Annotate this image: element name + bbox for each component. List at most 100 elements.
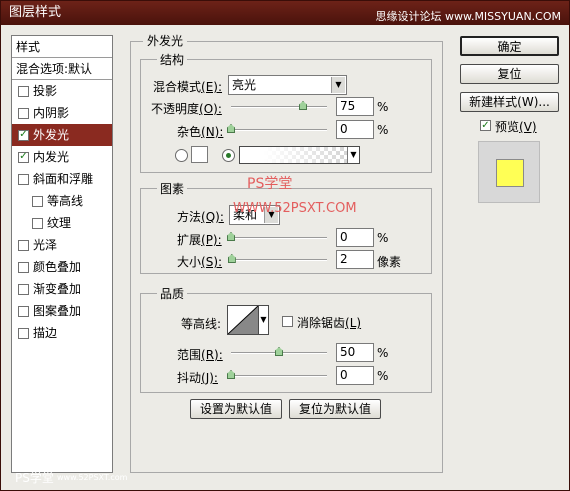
blend-mode-select[interactable]: 亮光 ▼ [228, 75, 347, 95]
antialias-key: (L) [345, 316, 362, 330]
style-item[interactable]: 颜色叠加 [12, 256, 112, 278]
size-unit: 像素 [377, 255, 402, 269]
structure-title: 结构 [157, 51, 188, 68]
preview-checkbox[interactable]: ✓ [480, 120, 491, 131]
spread-key: (P): [201, 233, 222, 247]
blend-mode-label: 混合模式(E): [153, 80, 223, 94]
style-item-checkbox[interactable] [18, 85, 29, 97]
style-item-label: 投影 [33, 84, 58, 98]
jitter-key: (J): [201, 371, 218, 385]
chevron-down-icon[interactable]: ▼ [258, 305, 269, 335]
contour-preview-icon [228, 306, 258, 334]
antialias-checkbox[interactable] [282, 316, 293, 327]
set-default-button[interactable]: 设置为默认值 [190, 399, 282, 419]
layer-style-dialog: 图层样式 思缘设计论坛 www.MISSYUAN.COM 样式 混合选项:默认 … [0, 0, 570, 491]
method-label: 方法(Q): [177, 210, 224, 224]
style-item-checkbox[interactable] [18, 173, 29, 185]
spread-input[interactable]: 0 [336, 228, 374, 247]
preview-key: (V) [519, 120, 537, 134]
style-item[interactable]: 渐变叠加 [12, 278, 112, 300]
style-item[interactable]: 光泽 [12, 234, 112, 256]
antialias-label: 消除锯齿(L) [297, 316, 362, 330]
check-icon: ✓ [19, 151, 28, 162]
style-item-label: 光泽 [33, 238, 58, 252]
top-watermark-url: www.MISSYUAN.COM [444, 10, 561, 23]
gradient-radio[interactable] [222, 149, 235, 162]
style-item[interactable]: ✓ 外发光 [12, 124, 112, 146]
jitter-input[interactable]: 0 [336, 366, 374, 385]
window-title: 图层样式 [9, 5, 62, 20]
reset-button[interactable]: 复位 [460, 64, 559, 84]
blend-options-item[interactable]: 混合选项:默认 [12, 58, 112, 80]
noise-label: 杂色(N): [177, 125, 224, 139]
range-input[interactable]: 50 [336, 343, 374, 362]
contour-label: 等高线: [181, 317, 222, 331]
gradient-picker[interactable]: ▼ [239, 146, 360, 164]
reset-default-button[interactable]: 复位为默认值 [289, 399, 381, 419]
range-slider[interactable] [231, 347, 327, 356]
style-item-checkbox[interactable] [18, 327, 29, 339]
check-icon: ✓ [19, 129, 28, 140]
chevron-down-icon: ▼ [331, 77, 345, 93]
style-item-label: 内阴影 [33, 106, 70, 120]
elements-title: 图素 [157, 180, 188, 197]
ok-button[interactable]: 确定 [460, 36, 559, 56]
styles-header[interactable]: 样式 [12, 36, 112, 58]
style-item-label: 图案叠加 [33, 304, 82, 318]
style-item[interactable]: 斜面和浮雕 [12, 168, 112, 190]
style-item[interactable]: 描边 [12, 322, 112, 344]
panel-title: 外发光 [143, 32, 188, 49]
style-item[interactable]: 投影 [12, 80, 112, 102]
color-swatch[interactable] [191, 146, 208, 163]
style-item-label: 颜色叠加 [33, 260, 82, 274]
size-label: 大小(S): [177, 255, 223, 269]
opacity-input[interactable]: 75 [336, 97, 374, 116]
style-item-checkbox[interactable]: ✓ [18, 151, 29, 163]
solid-color-radio[interactable] [175, 149, 188, 162]
chevron-down-icon: ▼ [347, 147, 359, 163]
check-icon: ✓ [481, 119, 490, 131]
new-style-button[interactable]: 新建样式(W)... [460, 92, 559, 112]
glow-preview-swatch [496, 159, 524, 187]
contour-picker[interactable] [227, 305, 259, 335]
size-key: (S): [201, 255, 223, 269]
opacity-key: (O): [199, 102, 222, 116]
noise-slider[interactable] [227, 124, 327, 133]
range-label: 范围(R): [177, 348, 223, 362]
style-item[interactable]: 纹理 [12, 212, 112, 234]
noise-key: (N): [201, 125, 224, 139]
noise-input[interactable]: 0 [336, 120, 374, 139]
style-item-checkbox[interactable] [18, 261, 29, 273]
style-item-label: 外发光 [33, 128, 70, 142]
spread-slider[interactable] [227, 232, 327, 241]
style-item-label: 纹理 [47, 216, 72, 230]
center-watermark-url: WWW.52PSXT.COM [233, 201, 357, 216]
style-item-checkbox[interactable] [18, 239, 29, 251]
bottom-watermark-url: www.52PSXT.com [57, 473, 128, 482]
style-item-checkbox[interactable] [32, 195, 43, 207]
style-item-label: 斜面和浮雕 [33, 172, 94, 186]
style-item[interactable]: 图案叠加 [12, 300, 112, 322]
style-item-label: 描边 [33, 326, 58, 340]
style-item-checkbox[interactable] [18, 305, 29, 317]
style-item-checkbox[interactable] [18, 283, 29, 295]
size-slider[interactable] [227, 254, 327, 263]
style-item-label: 内发光 [33, 150, 70, 164]
bottom-watermark: PS学堂 [15, 471, 54, 485]
jitter-slider[interactable] [227, 370, 327, 379]
size-input[interactable]: 2 [336, 250, 374, 269]
style-item-checkbox[interactable]: ✓ [18, 129, 29, 141]
style-item[interactable]: 等高线 [12, 190, 112, 212]
opacity-unit: % [377, 100, 389, 114]
method-key: (Q): [201, 210, 224, 224]
opacity-label: 不透明度(O): [151, 102, 222, 116]
style-item-checkbox[interactable] [18, 107, 29, 119]
style-item[interactable]: ✓ 内发光 [12, 146, 112, 168]
quality-title: 品质 [157, 285, 188, 302]
style-item-checkbox[interactable] [32, 217, 43, 229]
opacity-slider[interactable] [231, 101, 327, 110]
blend-mode-value: 亮光 [232, 78, 257, 92]
preview-label: 预览(V) [495, 120, 537, 134]
style-item[interactable]: 内阴影 [12, 102, 112, 124]
styles-list: 样式 混合选项:默认 投影内阴影 ✓ 外发光 ✓ 内发光斜面和浮雕等高线纹理光泽颜色叠加… [11, 35, 113, 473]
